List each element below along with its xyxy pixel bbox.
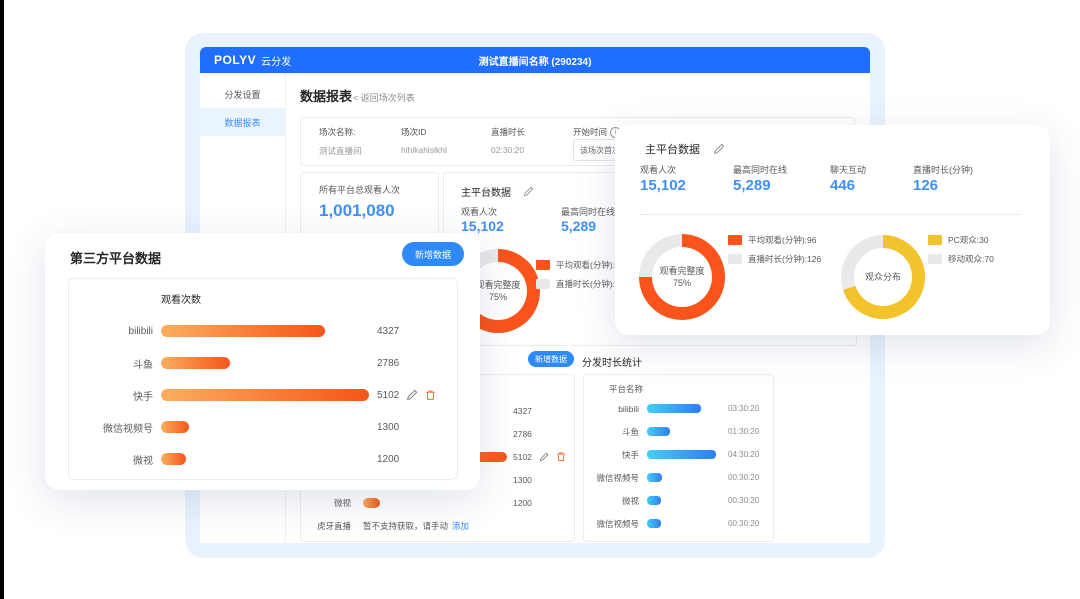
back-to-session-list-link[interactable]: < 返回场次列表 [353,91,415,104]
legend-label: 平均观看(分钟):96 [748,234,816,246]
duration-row: 微信视频号 00:30:20 [592,512,759,535]
total-views-value: 1,001,080 [319,201,395,221]
legend-label: PC观众:30 [948,234,989,246]
duration-row: bilibili 03:30:20 [592,397,759,420]
dotted-divider [640,214,1020,215]
completeness-donut: 观看完整度 75% [639,234,725,320]
donut-center-label: 观看完整度 [659,266,704,277]
session-name-field: 场次名称: 测试直播间 [319,126,362,157]
legend-label: 直播时长(分钟):126 [748,253,821,265]
edit-icon[interactable] [539,452,549,462]
distribution-duration-panel: 平台名称 bilibili 03:30:20 斗鱼 01:30:20 快手 04… [583,374,774,542]
session-id-field: 场次ID hlhlkahlslkhl [401,126,447,155]
session-id-label: 场次ID [401,126,447,138]
duration-row: 斗鱼 01:30:20 [592,420,759,443]
delete-icon[interactable] [425,389,436,401]
views-value: 15,102 [640,177,686,194]
legend-swatch [928,235,942,245]
peak-online-value: 5,289 [733,177,771,194]
screenshot-canvas: POLYV 云分发 测试直播间名称 (290234) 分发设置 数据报表 数据报… [0,0,1080,599]
huya-row: 虎牙直播 暂不支持获取，请手动 添加 [307,514,566,537]
window-title: 测试直播间名称 (290234) [200,47,870,73]
sidebar-item-distribution-settings[interactable]: 分发设置 [200,80,285,108]
donut-center-label: 观看完整度 [475,280,520,291]
sidebar-item-data-report[interactable]: 数据报表 [200,108,285,136]
edit-icon[interactable] [406,389,418,401]
duration-row: 微视 00:30:20 [592,489,759,512]
huya-note: 暂不支持获取，请手动 [363,520,448,532]
main-platform-panel-title: 主平台数据 [461,184,511,199]
bar-row: 快手 5102 [69,379,457,411]
total-views-label: 所有平台总观看人次 [319,183,400,196]
page-title: 数据报表 [300,86,352,105]
views-chart-box: 观看次数 bilibili 4327 斗鱼 2786 快手 5102 [68,278,458,480]
platform-name-header: 平台名称 [609,383,643,395]
donut-center-value: 75% [489,292,507,303]
duration-minutes-label: 直播时长(分钟) [913,163,973,176]
main-platform-card: 主平台数据 观看人次 15,102 最高同时在线 5,289 聊天互动 446 … [615,125,1050,335]
add-data-button[interactable]: 新增数据 [528,351,574,367]
third-party-card-title: 第三方平台数据 [70,248,161,267]
views-label: 观看人次 [461,205,497,218]
delete-icon[interactable] [556,451,566,462]
views-value: 15,102 [461,218,504,234]
peak-online-value: 5,289 [561,218,596,234]
start-time-label: 开始时间 [573,126,607,138]
session-name-label: 场次名称: [319,126,362,138]
duration-minutes-value: 126 [913,177,938,194]
donut-center-value: 75% [673,278,691,289]
total-views-panel: 所有平台总观看人次 1,001,080 [300,172,439,234]
third-party-card: 第三方平台数据 新增数据 观看次数 bilibili 4327 斗鱼 2786 … [45,233,480,490]
legend-swatch [536,279,550,289]
bar-row: 微视 1200 [307,491,566,514]
bar-row: 微视 1200 [69,443,457,475]
add-data-button[interactable]: 新增数据 [402,242,464,266]
duration-row: 快手 04:30:20 [592,443,759,466]
distribution-duration-title: 分发时长统计 [582,354,642,369]
live-duration-label: 直播时长 [491,126,525,138]
live-duration-field: 直播时长 02:30:20 [491,126,525,155]
app-header: POLYV 云分发 测试直播间名称 (290234) [200,47,870,73]
peak-online-label: 最高同时在线 [561,205,615,218]
live-duration-value: 02:30:20 [491,145,525,155]
donut-center-label: 观众分布 [865,272,901,283]
legend-swatch [728,254,742,264]
views-count-header: 观看次数 [161,291,201,306]
add-manually-link[interactable]: 添加 [452,520,469,532]
legend-swatch [728,235,742,245]
bar-row: 微信视频号 1300 [69,411,457,443]
edit-icon[interactable] [523,186,534,197]
bar-row: bilibili 4327 [69,315,457,347]
screen-edge-strip [0,0,4,599]
audience-donut: 观众分布 [841,235,925,319]
chat-interaction-value: 446 [830,177,855,194]
start-time-field: 开始时间 [573,126,621,138]
legend-swatch [928,254,942,264]
main-platform-card-title: 主平台数据 [645,141,700,157]
huya-label: 虎牙直播 [307,520,363,532]
chat-interaction-label: 聊天互动 [830,163,866,176]
views-label: 观看人次 [640,163,676,176]
session-name-value: 测试直播间 [319,145,362,157]
bar-row: 斗鱼 2786 [69,347,457,379]
legend-label: 移动观众:70 [948,253,994,265]
edit-icon[interactable] [713,143,725,155]
peak-online-label: 最高同时在线 [733,163,787,176]
duration-row: 微信视频号 00:30:20 [592,466,759,489]
session-id-value: hlhlkahlslkhl [401,145,447,155]
legend-swatch [536,260,550,270]
